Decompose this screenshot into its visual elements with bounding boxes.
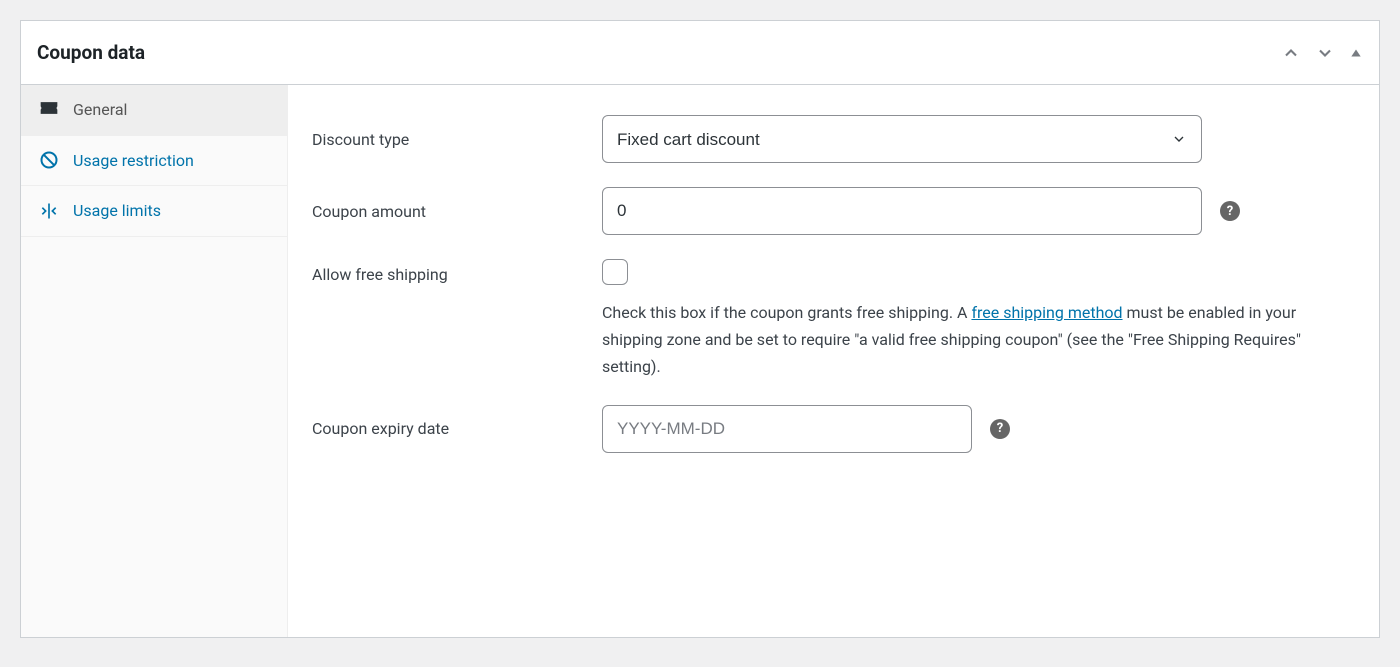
expiry-date-label: Coupon expiry date — [312, 419, 602, 438]
coupon-amount-label: Coupon amount — [312, 202, 602, 221]
field-coupon-amount: Coupon amount ? — [312, 175, 1355, 247]
free-shipping-description: Check this box if the coupon grants free… — [602, 299, 1355, 381]
free-shipping-label: Allow free shipping — [312, 259, 602, 284]
panel-down-icon[interactable] — [1315, 43, 1335, 63]
desc-text: "a valid free shipping coupon" — [854, 330, 1062, 349]
ticket-icon — [39, 100, 59, 120]
panel-controls — [1281, 43, 1363, 63]
help-icon[interactable]: ? — [990, 419, 1010, 439]
help-icon[interactable]: ? — [1220, 201, 1240, 221]
discount-type-select[interactable]: Fixed cart discount — [602, 115, 1202, 163]
field-free-shipping: Allow free shipping Check this box if th… — [312, 247, 1355, 393]
coupon-amount-input[interactable] — [602, 187, 1202, 235]
coupon-data-panel: Coupon data General — [20, 20, 1380, 638]
panel-up-icon[interactable] — [1281, 43, 1301, 63]
tab-usage-restriction[interactable]: Usage restriction — [21, 136, 287, 187]
desc-text: Check this box if the coupon grants free… — [602, 303, 971, 322]
tabs-sidebar: General Usage restriction — [21, 85, 288, 637]
panel-toggle-icon[interactable] — [1349, 46, 1363, 60]
panel-header: Coupon data — [21, 21, 1379, 85]
field-discount-type: Discount type Fixed cart discount — [312, 103, 1355, 175]
tab-usage-restriction-label: Usage restriction — [73, 150, 269, 172]
tab-usage-limits[interactable]: Usage limits — [21, 186, 287, 237]
tab-usage-limits-label: Usage limits — [73, 200, 269, 222]
tab-content: Discount type Fixed cart discount Coupon… — [288, 85, 1379, 637]
ban-icon — [39, 150, 59, 170]
discount-type-label: Discount type — [312, 130, 602, 149]
tab-general-label: General — [73, 99, 269, 121]
panel-title: Coupon data — [37, 41, 145, 64]
expiry-date-input[interactable] — [602, 405, 972, 453]
panel-body: General Usage restriction — [21, 85, 1379, 637]
field-expiry-date: Coupon expiry date ? — [312, 393, 1355, 465]
free-shipping-checkbox[interactable] — [602, 259, 628, 285]
arrows-collapse-icon — [39, 201, 59, 221]
free-shipping-method-link[interactable]: free shipping method — [971, 303, 1122, 322]
tab-general[interactable]: General — [21, 85, 287, 136]
